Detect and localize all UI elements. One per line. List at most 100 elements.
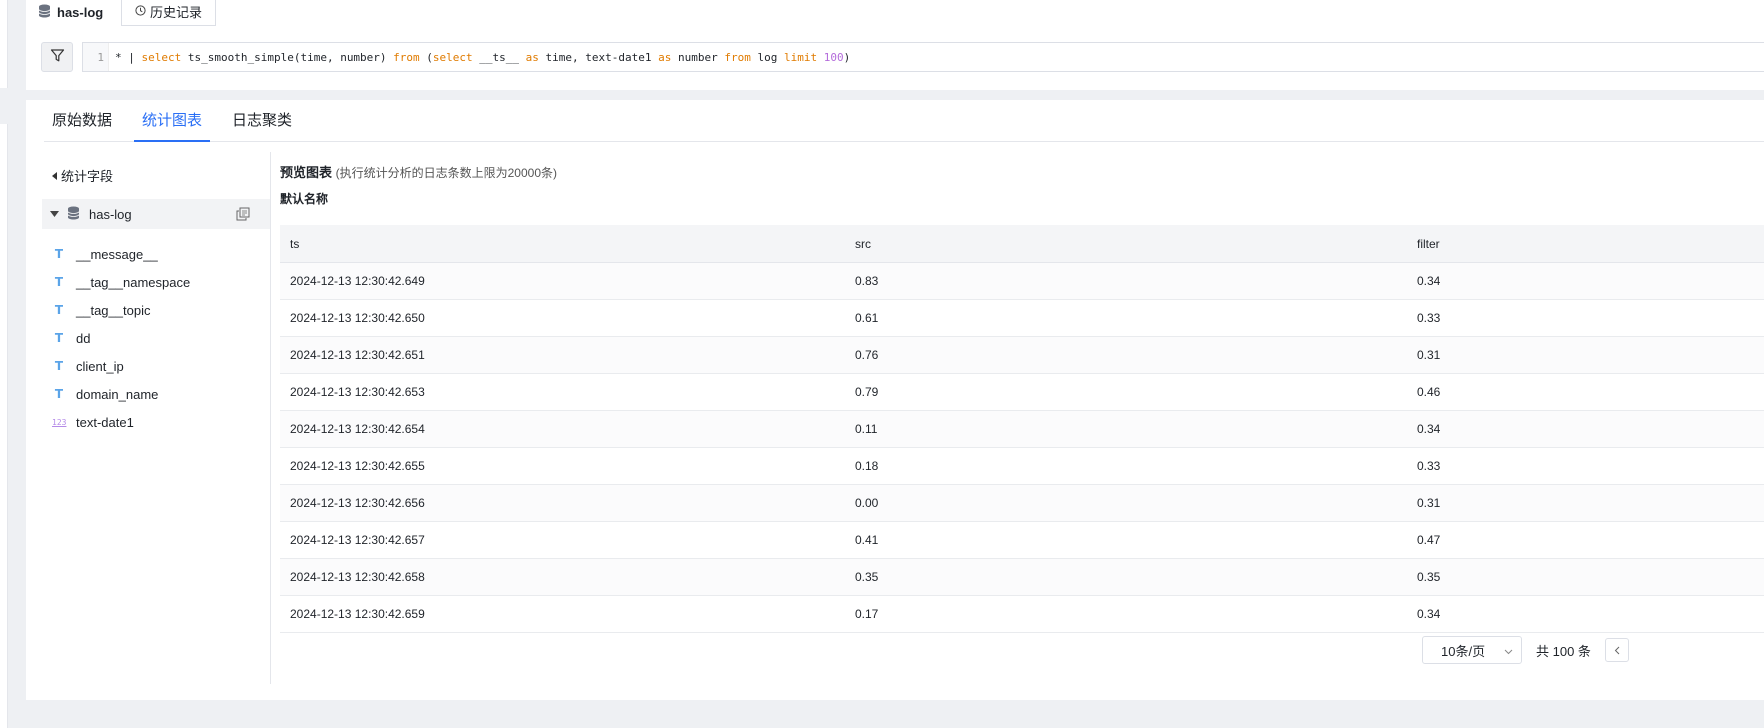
table-cell: 2024-12-13 12:30:42.650 — [290, 311, 425, 325]
field-item[interactable]: T __tag__namespace — [42, 268, 270, 296]
preview-title: 预览图表 (执行统计分析的日志条数上限为20000条) — [280, 162, 557, 181]
query-token: as — [525, 50, 539, 64]
page-size-value: 10条/页 — [1441, 643, 1486, 659]
table-cell: 0.31 — [1417, 496, 1441, 510]
table-row: 2024-12-13 12:30:42.659 0.17 0.34 — [280, 596, 1764, 633]
table-row: 2024-12-13 12:30:42.650 0.61 0.33 — [280, 300, 1764, 337]
query-token: ) — [843, 50, 851, 64]
table-cell: 2024-12-13 12:30:42.659 — [290, 607, 425, 621]
table-cell: 2024-12-13 12:30:42.653 — [290, 385, 425, 399]
table-row: 2024-12-13 12:30:42.653 0.79 0.46 — [280, 374, 1764, 411]
query-token: select — [432, 50, 473, 64]
table-cell: 2024-12-13 12:30:42.649 — [290, 274, 425, 288]
table-cell: 2024-12-13 12:30:42.656 — [290, 496, 425, 510]
pagination: 10条/页 共 100 条 — [1422, 636, 1629, 664]
number-type-icon: 123 — [52, 417, 67, 427]
database-icon — [38, 4, 51, 21]
text-type-icon: T — [54, 275, 64, 289]
field-item[interactable]: T __tag__topic — [42, 296, 270, 324]
query-token: as — [658, 50, 672, 64]
table-cell: 0.35 — [855, 570, 879, 584]
table-cell: 0.34 — [1417, 422, 1441, 436]
stats-field-sidebar: 统计字段 has-log T __message__ T __tag__namespa… — [42, 152, 271, 684]
query-text: * | select ts_smooth_simple(time, number… — [109, 51, 850, 64]
table-cell: 2024-12-13 12:30:42.654 — [290, 422, 425, 436]
caret-left-icon — [52, 168, 58, 183]
table-cell: 0.17 — [855, 607, 879, 621]
stats-field-heading: 统计字段 — [61, 169, 114, 184]
query-token: select — [141, 50, 182, 64]
database-icon — [67, 206, 80, 223]
table-cell: 2024-12-13 12:30:42.655 — [290, 459, 425, 473]
table-cell: 0.33 — [1417, 311, 1441, 325]
page-size-select[interactable]: 10条/页 — [1422, 636, 1522, 664]
left-edge-panel — [0, 0, 8, 728]
field-name: client_ip — [76, 358, 124, 374]
total-count: 共 100 条 — [1536, 643, 1591, 659]
table-cell: 0.18 — [855, 459, 879, 473]
table-cell: 0.47 — [1417, 533, 1441, 547]
chart-name: 默认名称 — [280, 192, 329, 206]
query-token: 100 — [817, 50, 844, 64]
table-cell: 0.34 — [1417, 274, 1441, 288]
table-cell: 2024-12-13 12:30:42.658 — [290, 570, 425, 584]
table-cell: 0.83 — [855, 274, 879, 288]
table-row: 2024-12-13 12:30:42.649 0.83 0.34 — [280, 263, 1764, 300]
prev-page-button[interactable] — [1604, 638, 1629, 662]
tab-statistics-chart[interactable]: 统计图表 — [134, 100, 211, 142]
clock-icon — [135, 4, 146, 19]
field-name: domain_name — [76, 386, 159, 402]
table-cell: 0.31 — [1417, 348, 1441, 362]
logstore-tab[interactable]: has-log — [38, 0, 103, 24]
field-item[interactable]: T __message__ — [42, 240, 270, 268]
chevron-left-icon — [1614, 643, 1620, 658]
result-table: ts src filter 2024-12-13 12:30:42.649 0.83 0… — [280, 225, 1764, 633]
query-token: time, text-date1 — [538, 50, 659, 64]
table-row: 2024-12-13 12:30:42.656 0.00 0.31 — [280, 485, 1764, 522]
copy-icon[interactable] — [236, 207, 250, 224]
query-editor[interactable]: 1 * | select ts_smooth_simple(time, numb… — [82, 42, 1764, 72]
field-name: dd — [76, 330, 91, 346]
query-token: from — [724, 50, 751, 64]
table-cell: 0.11 — [855, 422, 878, 436]
text-type-icon: T — [54, 387, 64, 401]
query-header: has-log 历史记录 1 * | select ts_smooth_simp… — [26, 0, 1764, 90]
column-header[interactable]: ts — [280, 225, 843, 262]
preview-limit-note: (执行统计分析的日志条数上限为20000条) — [335, 166, 558, 180]
table-cell: 0.35 — [1417, 570, 1441, 584]
column-header[interactable]: src — [843, 225, 1405, 262]
history-button[interactable]: 历史记录 — [121, 0, 216, 26]
tab-raw-data[interactable]: 原始数据 — [44, 100, 120, 142]
query-line-number: 1 — [83, 43, 109, 71]
query-token: ts_smooth_simple(time, number) — [181, 50, 394, 64]
query-token: __ts__ — [472, 50, 526, 64]
column-header[interactable]: filter — [1405, 225, 1764, 262]
tab-log-cluster[interactable]: 日志聚类 — [224, 100, 300, 142]
text-type-icon: T — [54, 247, 64, 261]
table-row: 2024-12-13 12:30:42.651 0.76 0.31 — [280, 337, 1764, 374]
field-name: __tag__namespace — [76, 274, 191, 290]
table-cell: 0.61 — [855, 311, 879, 325]
field-item[interactable]: Tdomain_name — [42, 380, 270, 408]
filter-button[interactable] — [41, 42, 73, 72]
results-panel: 原始数据 统计图表 日志聚类 统计字段 has-log T __message__… — [26, 100, 1764, 700]
field-item[interactable]: Tdd — [42, 324, 270, 352]
stats-field-collapse[interactable]: 统计字段 — [52, 166, 113, 185]
table-row: 2024-12-13 12:30:42.658 0.35 0.35 — [280, 559, 1764, 596]
logstore-tab-label: has-log — [57, 4, 104, 20]
history-button-label: 历史记录 — [149, 5, 202, 20]
query-token: from — [393, 50, 420, 64]
query-token: limit — [783, 50, 818, 64]
table-cell: 0.76 — [855, 348, 879, 362]
query-token: ( — [419, 50, 433, 64]
table-cell: 2024-12-13 12:30:42.651 — [290, 348, 425, 362]
query-token: * | — [115, 50, 142, 64]
logstore-tree-node[interactable]: has-log — [42, 199, 270, 229]
field-name: __message__ — [76, 246, 158, 262]
table-cell: 2024-12-13 12:30:42.657 — [290, 533, 425, 547]
field-item[interactable]: Tclient_ip — [42, 352, 270, 380]
table-row: 2024-12-13 12:30:42.657 0.41 0.47 — [280, 522, 1764, 559]
field-item[interactable]: 123 text-date1 — [42, 408, 270, 436]
table-header: ts src filter — [280, 225, 1764, 263]
table-cell: 0.00 — [855, 496, 879, 510]
